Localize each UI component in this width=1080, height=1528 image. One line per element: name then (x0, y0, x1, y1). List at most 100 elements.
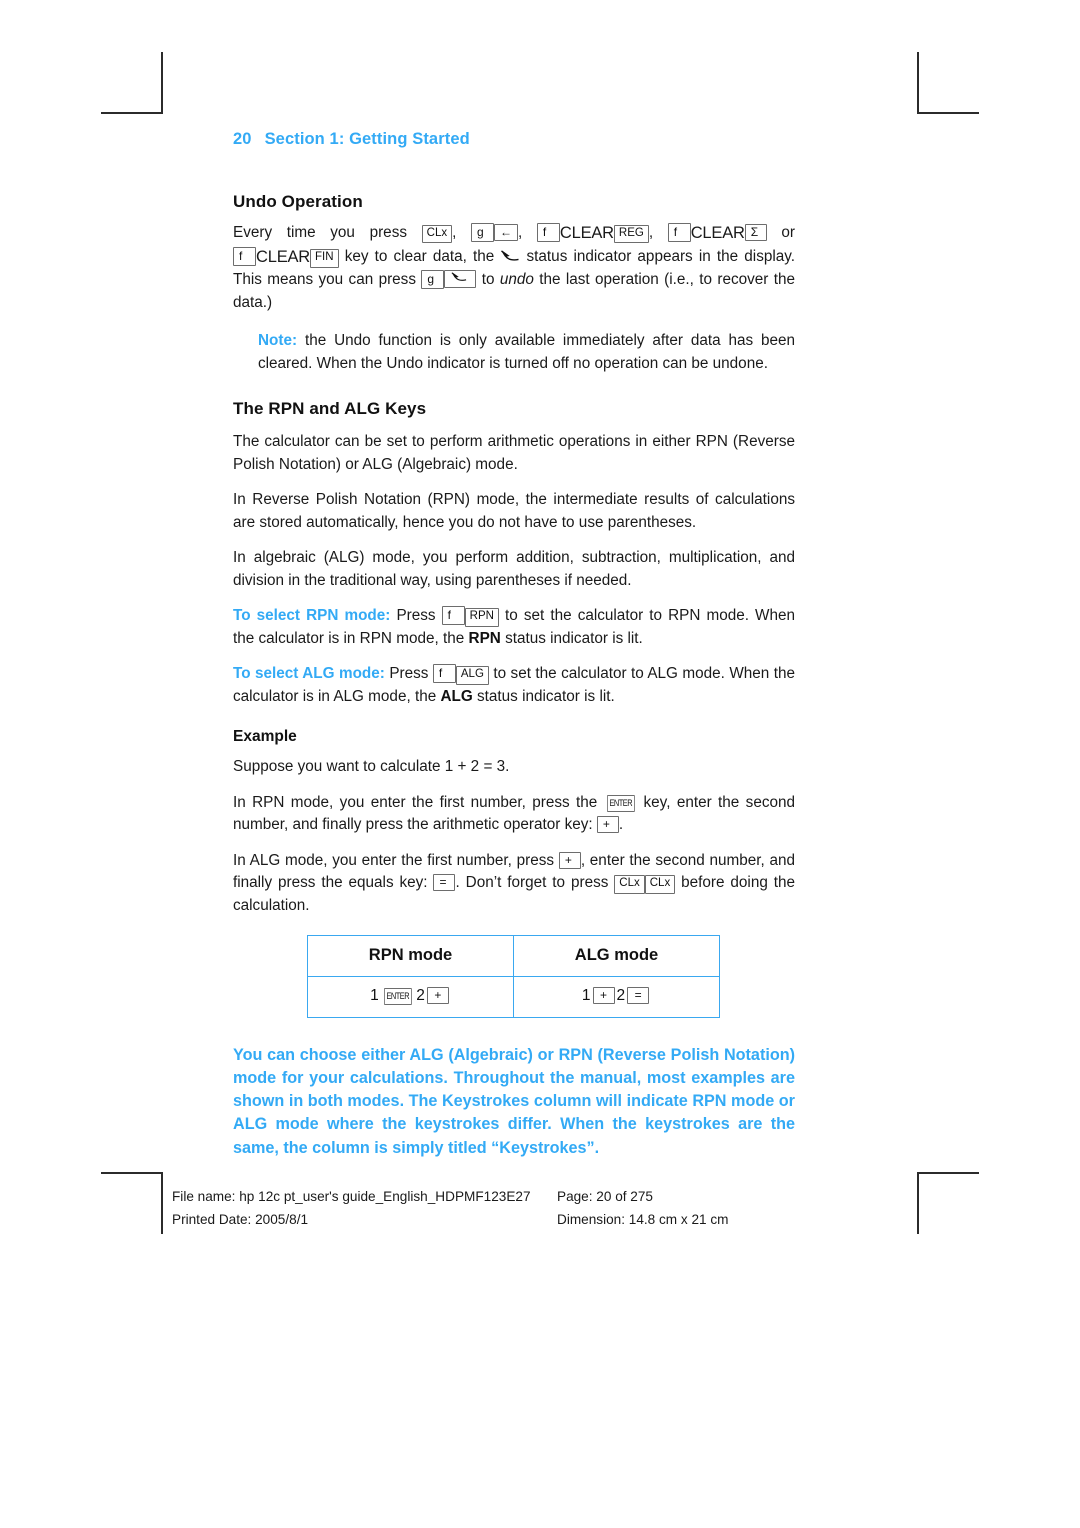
text-fragment: , (648, 223, 654, 241)
key-enter: ENTER (606, 794, 635, 812)
key-backspace: ← (493, 223, 518, 241)
key-f: f (432, 664, 456, 684)
key-sigma: Σ (744, 223, 767, 241)
keystroke-number: 1 (581, 986, 591, 1004)
text-fragment: , (452, 223, 457, 241)
paragraph-select-alg-mode: To select ALG mode: Press f ALG to set th… (233, 663, 795, 708)
keystroke-number: 2 (416, 986, 425, 1004)
table-row: 1 ENTER 2 + 1 +2 = (307, 975, 720, 1018)
column-header-alg-mode: ALG mode (513, 934, 720, 977)
key-clx: CLx (644, 875, 676, 894)
key-combo-f-alg: f ALG (432, 664, 489, 685)
key-combo-clx-clx: CLx CLx (614, 874, 676, 894)
crop-mark-line-vertical (161, 1172, 163, 1234)
key-rpn: RPN (464, 608, 499, 627)
label-to-select-rpn-mode: To select RPN mode: (233, 607, 391, 625)
text-fragment: status indicator is lit. (505, 629, 643, 647)
callout-paragraph: You can choose either ALG (Algebraic) or… (233, 1045, 795, 1157)
note-label: Note: (258, 332, 298, 350)
paragraph-note: Note: the Undo function is only availabl… (258, 330, 795, 375)
keystroke-number: 2 (616, 986, 626, 1004)
crop-mark-line-vertical (917, 52, 919, 114)
page-number: 20 (233, 130, 252, 148)
text-fragment: , (517, 223, 523, 241)
cell-alg-keystrokes: 1 +2 = (513, 975, 720, 1018)
key-combo-f-clear-reg: f CLEAR REG (536, 222, 649, 244)
label-to-select-alg-mode: To select ALG mode: (233, 665, 385, 683)
key-equals: = (627, 986, 650, 1004)
text-fragment: key to clear data, the (344, 248, 495, 266)
crop-mark-line-horizontal (101, 112, 163, 114)
crop-mark-line-horizontal (917, 1172, 979, 1174)
key-g: g (470, 222, 494, 242)
page-footer: File name: hp 12c pt_user's guide_Englis… (172, 1185, 812, 1232)
emphasis-undo: undo (499, 271, 534, 289)
note-block: Note: the Undo function is only availabl… (258, 330, 795, 375)
page-content: 20 Section 1: Getting Started Undo Operat… (233, 130, 795, 1160)
crop-mark-top-left (101, 52, 163, 114)
paragraph-undo-intro: Every time you press CLx, g ←, f CLEAR REG,… (233, 221, 795, 314)
key-f: f (536, 222, 560, 242)
undo-arrow-icon (500, 250, 520, 262)
key-alg: ALG (455, 666, 489, 685)
paragraph-rpnalg-2: In Reverse Polish Notation (RPN) mode, t… (233, 491, 795, 531)
key-clx: CLx (614, 875, 645, 894)
paragraph-example-alg: In ALG mode, you enter the first number,… (233, 850, 795, 917)
crop-mark-bottom-right (917, 1172, 979, 1234)
footer-dimension: Dimension: 14.8 cm x 21 cm (557, 1212, 729, 1228)
status-indicator-rpn: RPN (468, 629, 501, 647)
key-f: f (667, 222, 691, 242)
text-fragment: status indicator is lit. (477, 687, 615, 705)
key-plus: + (596, 816, 619, 834)
crop-mark-line-horizontal (917, 112, 979, 114)
text-fragment: . Don’t forget to press (455, 874, 609, 892)
section-title: Section 1: Getting Started (264, 130, 470, 148)
key-enter: ENTER (383, 987, 412, 1005)
key-plus: + (592, 986, 615, 1004)
crop-mark-line-vertical (917, 1172, 919, 1234)
heading-rpn-and-alg-keys: The RPN and ALG Keys (233, 399, 427, 419)
undo-arrow-icon (450, 272, 470, 284)
key-plus: + (426, 986, 449, 1004)
text-fragment: In ALG mode, you enter the first number,… (233, 851, 555, 869)
footer-row-2: Printed Date: 2005/8/1 Dimension: 14.8 c… (172, 1208, 812, 1231)
key-equals: = (433, 874, 456, 892)
key-combo-g-undo: g (421, 270, 477, 290)
text-fragment: Press (389, 665, 429, 683)
table-header-row: RPN mode ALG mode (307, 934, 720, 977)
paragraph-example-1: Suppose you want to calculate 1 + 2 = 3. (233, 758, 510, 776)
heading-undo-operation: Undo Operation (233, 191, 363, 211)
key-clx: CLx (421, 224, 453, 244)
footer-row-1: File name: hp 12c pt_user's guide_Englis… (172, 1185, 812, 1208)
key-combo-g-backspace: g ← (470, 222, 518, 242)
key-reg: REG (613, 224, 649, 244)
footer-page: Page: 20 of 275 (557, 1189, 653, 1204)
footer-printed-date: Printed Date: 2005/8/1 (172, 1212, 309, 1228)
key-plus: + (558, 851, 581, 869)
crop-mark-bottom-left (101, 1172, 163, 1234)
key-label-clear: CLEAR (559, 223, 614, 242)
text-fragment: to (481, 271, 495, 289)
paragraph-example-rpn: In RPN mode, you enter the first number,… (233, 792, 795, 837)
text-fragment: or (781, 223, 795, 241)
key-label-clear: CLEAR (690, 223, 745, 242)
crop-mark-line-vertical (161, 52, 163, 114)
cell-rpn-keystrokes: 1 ENTER 2 + (307, 975, 514, 1018)
paragraph-rpnalg-1: The calculator can be set to perform ari… (233, 433, 795, 473)
key-f: f (233, 247, 256, 267)
text-fragment: In RPN mode, you enter the first number,… (233, 793, 598, 811)
crop-mark-top-right (917, 52, 979, 114)
text-fragment: Press (396, 607, 436, 625)
heading-example: Example (233, 728, 297, 746)
key-combo-f-rpn: f RPN (441, 606, 499, 627)
status-indicator-alg: ALG (440, 687, 473, 705)
key-combo-f-clear-sigma: f CLEAR Σ (667, 222, 767, 242)
text-fragment: Every time you press (233, 223, 407, 241)
column-header-rpn-mode: RPN mode (307, 934, 514, 977)
mode-comparison-table: RPN mode ALG mode 1 ENTER 2 + 1 +2 = (307, 934, 720, 1018)
key-fin: FIN (310, 249, 339, 268)
text-fragment: . (618, 816, 624, 834)
crop-mark-line-horizontal (101, 1172, 163, 1174)
paragraph-rpnalg-3: In algebraic (ALG) mode, you perform add… (233, 549, 795, 589)
footer-file-name: File name: hp 12c pt_user's guide_Englis… (172, 1189, 531, 1204)
